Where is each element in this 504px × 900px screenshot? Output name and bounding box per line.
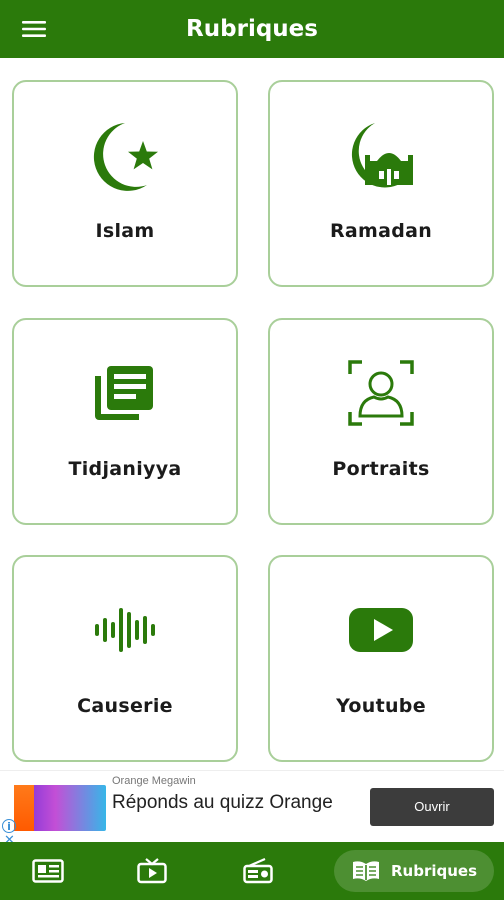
nav-item-tv[interactable] bbox=[124, 842, 180, 900]
category-label: Causerie bbox=[77, 695, 173, 717]
category-grid: Islam Ramadan Tidjaniyya Portraits Cause… bbox=[0, 58, 504, 770]
category-label: Youtube bbox=[336, 695, 426, 717]
radio-icon bbox=[243, 858, 273, 884]
ad-headline: Réponds au quizz Orange bbox=[112, 792, 333, 813]
ad-advertiser: Orange Megawin bbox=[112, 775, 196, 787]
tv-icon bbox=[137, 858, 167, 884]
category-card-youtube[interactable]: Youtube bbox=[268, 555, 494, 762]
nav-item-rubriques[interactable]: Rubriques bbox=[334, 850, 494, 892]
category-label: Tidjaniyya bbox=[68, 458, 182, 480]
book-icon bbox=[352, 861, 379, 881]
category-label: Ramadan bbox=[329, 220, 433, 242]
newspaper-icon bbox=[32, 859, 64, 883]
app-bar: Rubriques bbox=[0, 0, 504, 58]
ad-open-button[interactable]: Ouvrir bbox=[370, 788, 494, 826]
ad-image bbox=[14, 785, 106, 831]
nav-item-news[interactable] bbox=[20, 842, 76, 900]
audio-waveform-icon bbox=[95, 608, 155, 652]
bottom-nav: Rubriques bbox=[0, 842, 504, 900]
nav-label-rubriques: Rubriques bbox=[390, 862, 478, 880]
category-card-ramadan[interactable]: Ramadan bbox=[268, 80, 494, 287]
category-card-causerie[interactable]: Causerie bbox=[12, 555, 238, 762]
crescent-mosque-icon bbox=[351, 123, 413, 188]
category-card-islam[interactable]: Islam bbox=[12, 80, 238, 287]
category-card-tidjaniyya[interactable]: Tidjaniyya bbox=[12, 318, 238, 525]
category-label: Portraits bbox=[332, 458, 430, 480]
info-icon[interactable]: i bbox=[2, 819, 16, 833]
ad-banner[interactable]: i ✕ Orange Megawin Réponds au quizz Oran… bbox=[0, 770, 504, 847]
crescent-star-icon bbox=[93, 123, 158, 191]
document-stack-icon bbox=[95, 366, 153, 420]
nav-item-radio[interactable] bbox=[230, 842, 286, 900]
page-title: Rubriques bbox=[186, 16, 318, 42]
youtube-play-icon bbox=[349, 608, 413, 652]
category-label: Islam bbox=[95, 220, 155, 242]
portrait-frame-icon bbox=[348, 360, 414, 426]
category-card-portraits[interactable]: Portraits bbox=[268, 318, 494, 525]
